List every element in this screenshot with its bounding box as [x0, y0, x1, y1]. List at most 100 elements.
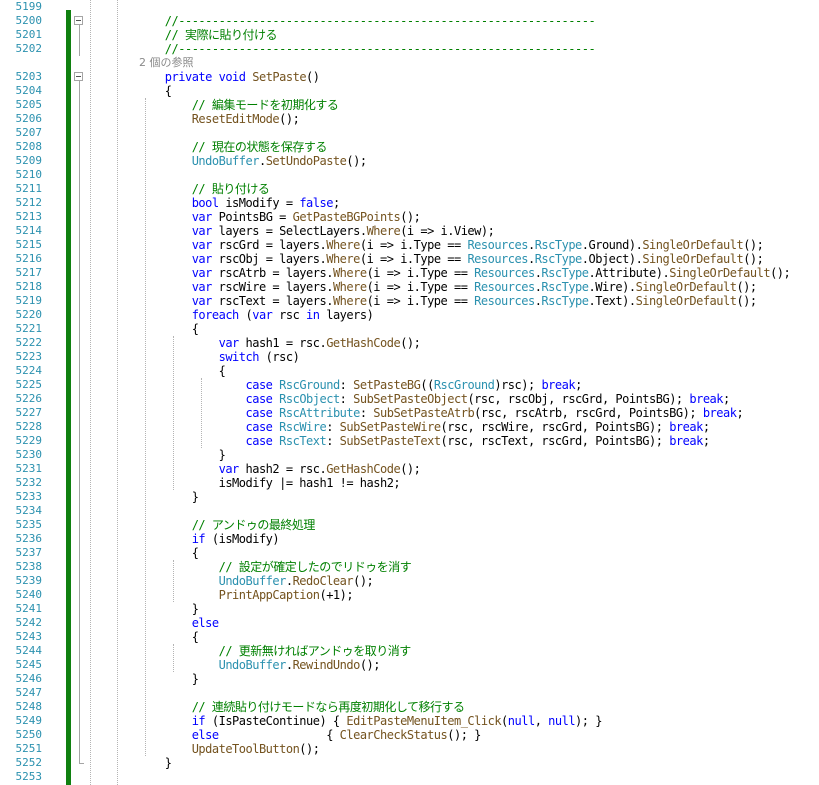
code-text[interactable]: // 連続貼り付けモードなら再度初期化して移行する: [111, 700, 465, 714]
code-line[interactable]: 5216 var rscObj = layers.Where(i => i.Ty…: [0, 252, 819, 266]
code-line[interactable]: 5250 else { ClearCheckStatus(); }: [0, 728, 819, 742]
code-text[interactable]: UpdateToolButton();: [111, 742, 320, 756]
code-line[interactable]: 5205 // 編集モードを初期化する: [0, 98, 819, 112]
code-line[interactable]: 5224 {: [0, 364, 819, 378]
code-text[interactable]: var hash1 = rsc.GetHashCode();: [111, 336, 421, 350]
code-text[interactable]: switch (rsc): [111, 350, 300, 364]
code-text[interactable]: {: [111, 84, 172, 98]
code-text[interactable]: // 更新無ければアンドゥを取り消す: [111, 644, 412, 658]
code-text[interactable]: PrintAppCaption(+1);: [111, 588, 354, 602]
code-text[interactable]: {: [111, 546, 199, 560]
code-text[interactable]: case RscObject: SubSetPasteObject(rsc, r…: [111, 392, 731, 406]
codelens-references-link[interactable]: 2 個の参照: [139, 56, 194, 70]
code-text[interactable]: // 編集モードを初期化する: [111, 98, 339, 112]
code-line[interactable]: 5238 // 設定が確定したのでリドゥを消す: [0, 560, 819, 574]
code-text[interactable]: bool isModify = false;: [111, 196, 340, 210]
code-line[interactable]: 5204 {: [0, 84, 819, 98]
code-editor[interactable]: 5199 5200 //-----------------------------…: [0, 0, 819, 785]
code-line[interactable]: 5218 var rscWire = layers.Where(i => i.T…: [0, 280, 819, 294]
code-line[interactable]: 5219 var rscText = layers.Where(i => i.T…: [0, 294, 819, 308]
code-text[interactable]: {: [111, 322, 199, 336]
code-line[interactable]: 5253: [0, 770, 819, 784]
code-line[interactable]: 5248 // 連続貼り付けモードなら再度初期化して移行する: [0, 700, 819, 714]
code-text[interactable]: var rscText = layers.Where(i => i.Type =…: [111, 294, 757, 308]
code-line[interactable]: 5213 var PointsBG = GetPasteBGPoints();: [0, 210, 819, 224]
code-line[interactable]: 5222 var hash1 = rsc.GetHashCode();: [0, 336, 819, 350]
code-text[interactable]: }: [111, 602, 199, 616]
code-text[interactable]: var rscGrd = layers.Where(i => i.Type ==…: [111, 238, 764, 252]
code-text[interactable]: isModify |= hash1 != hash2;: [111, 476, 401, 490]
code-text[interactable]: if (IsPasteContinue) { EditPasteMenuItem…: [111, 714, 603, 728]
code-text[interactable]: var layers = SelectLayers.Where(i => i.V…: [111, 224, 495, 238]
code-text[interactable]: //--------------------------------------…: [111, 14, 596, 28]
code-line[interactable]: 5202 //---------------------------------…: [0, 42, 819, 56]
code-text[interactable]: }: [111, 672, 199, 686]
code-line[interactable]: 5200 //---------------------------------…: [0, 14, 819, 28]
code-text[interactable]: UndoBuffer.RedoClear();: [111, 574, 374, 588]
code-line[interactable]: 5215 var rscGrd = layers.Where(i => i.Ty…: [0, 238, 819, 252]
code-text[interactable]: ResetEditMode();: [111, 112, 300, 126]
code-text[interactable]: var rscObj = layers.Where(i => i.Type ==…: [111, 252, 764, 266]
code-line[interactable]: 5235 // アンドゥの最終処理: [0, 518, 819, 532]
code-line[interactable]: 5242 else: [0, 616, 819, 630]
code-text[interactable]: }: [111, 756, 172, 770]
code-line[interactable]: 5229 case RscText: SubSetPasteText(rsc, …: [0, 434, 819, 448]
code-line[interactable]: 5239 UndoBuffer.RedoClear();: [0, 574, 819, 588]
code-line[interactable]: 5234: [0, 504, 819, 518]
code-line[interactable]: 5207: [0, 126, 819, 140]
code-text[interactable]: {: [111, 630, 199, 644]
code-line[interactable]: 5236 if (isModify): [0, 532, 819, 546]
code-line[interactable]: 5217 var rscAtrb = layers.Where(i => i.T…: [0, 266, 819, 280]
code-text[interactable]: if (isModify): [111, 532, 280, 546]
code-line[interactable]: 5206 ResetEditMode();: [0, 112, 819, 126]
code-line[interactable]: 5220 foreach (var rsc in layers): [0, 308, 819, 322]
code-text[interactable]: var PointsBG = GetPasteBGPoints();: [111, 210, 421, 224]
code-line[interactable]: 5247: [0, 686, 819, 700]
code-line[interactable]: 5237 {: [0, 546, 819, 560]
code-line[interactable]: 5210: [0, 168, 819, 182]
code-text[interactable]: else: [111, 616, 219, 630]
code-line[interactable]: 5251 UpdateToolButton();: [0, 742, 819, 756]
code-line[interactable]: 5203 private void SetPaste(): [0, 70, 819, 84]
code-text[interactable]: var rscAtrb = layers.Where(i => i.Type =…: [111, 266, 791, 280]
code-line[interactable]: 5228 case RscWire: SubSetPasteWire(rsc, …: [0, 420, 819, 434]
code-line[interactable]: 5232 isModify |= hash1 != hash2;: [0, 476, 819, 490]
code-text[interactable]: //--------------------------------------…: [111, 42, 596, 56]
code-line[interactable]: 5225 case RscGround: SetPasteBG((RscGrou…: [0, 378, 819, 392]
code-line[interactable]: 5252 }: [0, 756, 819, 770]
code-line[interactable]: 5230 }: [0, 448, 819, 462]
code-line[interactable]: 5233 }: [0, 490, 819, 504]
code-text[interactable]: UndoBuffer.RewindUndo();: [111, 658, 381, 672]
code-line[interactable]: 5227 case RscAttribute: SubSetPasteAtrb(…: [0, 406, 819, 420]
code-text[interactable]: case RscGround: SetPasteBG((RscGround)rs…: [111, 378, 583, 392]
code-line[interactable]: 5240 PrintAppCaption(+1);: [0, 588, 819, 602]
code-line[interactable]: 5208 // 現在の状態を保存する: [0, 140, 819, 154]
code-line[interactable]: 5214 var layers = SelectLayers.Where(i =…: [0, 224, 819, 238]
code-text[interactable]: var rscWire = layers.Where(i => i.Type =…: [111, 280, 757, 294]
code-text[interactable]: }: [111, 490, 199, 504]
code-line[interactable]: 5221 {: [0, 322, 819, 336]
code-text[interactable]: // 貼り付ける: [111, 182, 270, 196]
code-line[interactable]: 5245 UndoBuffer.RewindUndo();: [0, 658, 819, 672]
code-line[interactable]: 5201 // 実際に貼り付ける: [0, 28, 819, 42]
code-text[interactable]: case RscText: SubSetPasteText(rsc, rscTe…: [111, 434, 711, 448]
code-text[interactable]: var hash2 = rsc.GetHashCode();: [111, 462, 421, 476]
code-text[interactable]: case RscAttribute: SubSetPasteAtrb(rsc, …: [111, 406, 744, 420]
code-line[interactable]: 5249 if (IsPasteContinue) { EditPasteMen…: [0, 714, 819, 728]
code-line[interactable]: 5209 UndoBuffer.SetUndoPaste();: [0, 154, 819, 168]
code-text[interactable]: case RscWire: SubSetPasteWire(rsc, rscWi…: [111, 420, 711, 434]
code-text[interactable]: // 実際に貼り付ける: [111, 28, 278, 42]
code-text[interactable]: // 設定が確定したのでリドゥを消す: [111, 560, 412, 574]
code-text[interactable]: {: [111, 364, 226, 378]
code-text[interactable]: private void SetPaste(): [111, 70, 320, 84]
code-line[interactable]: 5244 // 更新無ければアンドゥを取り消す: [0, 644, 819, 658]
code-text[interactable]: // 現在の状態を保存する: [111, 140, 328, 154]
code-line[interactable]: 5211 // 貼り付ける: [0, 182, 819, 196]
code-line[interactable]: 5243 {: [0, 630, 819, 644]
code-line[interactable]: 5226 case RscObject: SubSetPasteObject(r…: [0, 392, 819, 406]
code-line[interactable]: 5212 bool isModify = false;: [0, 196, 819, 210]
code-line[interactable]: 5199: [0, 0, 819, 14]
code-text[interactable]: }: [111, 448, 226, 462]
code-text[interactable]: UndoBuffer.SetUndoPaste();: [111, 154, 367, 168]
code-text[interactable]: else { ClearCheckStatus(); }: [111, 728, 482, 742]
